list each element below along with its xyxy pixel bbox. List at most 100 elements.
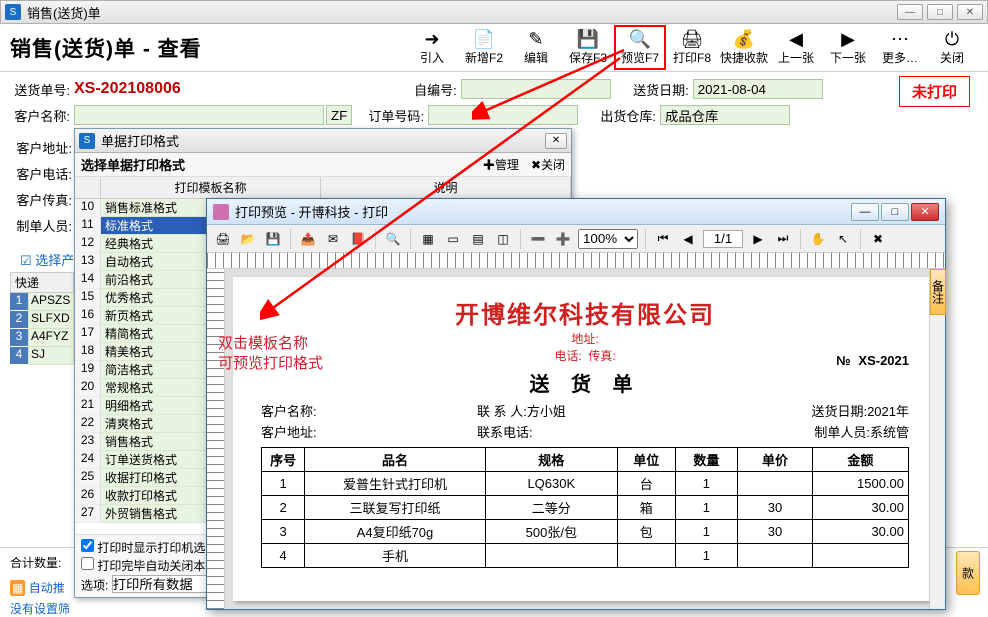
grid-col-code: 快递 <box>10 272 74 293</box>
next-page-icon[interactable]: ▶ <box>748 229 768 249</box>
form-area: 送货单号: XS-202108006 自编号: 送货日期: 客户名称: 订单号码… <box>0 72 988 132</box>
select-product-link[interactable]: ☑ 选择产 <box>20 250 74 269</box>
more-button[interactable]: ⋯更多… <box>874 25 926 70</box>
cust-fax-label: 客户传真: <box>10 186 74 212</box>
arrow-right-icon: ➜ <box>424 29 439 49</box>
option-label: 选项: <box>81 578 108 592</box>
app-icon: S <box>79 133 95 149</box>
cust-addr-label: 客户地址: <box>10 134 74 160</box>
no-setting-link[interactable]: 没有设置筛 <box>10 602 70 616</box>
auto-close-checkbox[interactable] <box>81 557 94 570</box>
out-wh-input[interactable] <box>660 105 790 125</box>
show-printer-checkbox[interactable] <box>81 539 94 552</box>
preview-title: 打印预览 - 开博科技 - 打印 <box>235 202 388 221</box>
close-link[interactable]: ✖关闭 <box>531 156 565 173</box>
printer-icon: 🖨 <box>681 29 704 49</box>
triangle-left-icon: ◀ <box>789 29 803 49</box>
dialog-close-button[interactable]: ✕ <box>545 133 567 149</box>
help-tip: 双击模板名称 可预览打印格式 <box>218 334 323 374</box>
left-labels: 客户地址: 客户电话: 客户传真: 制单人员: <box>10 82 74 238</box>
pointer-icon[interactable]: ↖ <box>833 229 853 249</box>
pdf-icon[interactable]: 📕 <box>348 229 368 249</box>
preview-min-button[interactable]: — <box>851 203 879 221</box>
print-preview-window: 打印预览 - 开博科技 - 打印 — □ ✕ 🖨 📂 💾 📤 ✉ 📕 🔍 ▦ ▭… <box>206 198 946 610</box>
quick-pay-button[interactable]: 💰快捷收款 <box>718 25 770 70</box>
out-wh-label: 出货仓库: <box>596 106 656 125</box>
import-button[interactable]: ➜引入 <box>406 25 458 70</box>
dialog-subtitle: 选择单据打印格式 <box>81 155 185 174</box>
cust-tel-label: 客户电话: <box>10 160 74 186</box>
more-icon: ⋯ <box>891 29 909 49</box>
dialog-titlebar[interactable]: S 单据打印格式 ✕ <box>75 129 571 153</box>
preview-max-button[interactable]: □ <box>881 203 909 221</box>
next-doc-button[interactable]: ▶下一张 <box>822 25 874 70</box>
vertical-ruler <box>207 269 225 609</box>
dialog-title: 单据打印格式 <box>101 131 179 150</box>
visible-grid: 快递 1APSZS2SLFXD3A4FYZ4SJ <box>10 272 74 365</box>
remark-tab[interactable]: 备注 <box>930 269 946 315</box>
preview-page: 开博维尔科技有限公司 地址: 电话: 传真: 送 货 单 № XS-2021 客… <box>233 277 937 601</box>
app-icon: S <box>5 4 21 20</box>
maker-label: 制单人员: <box>10 212 74 238</box>
page-width-icon[interactable]: ▭ <box>443 229 463 249</box>
kuan-button[interactable]: 款 <box>956 551 980 595</box>
exit-preview-icon[interactable]: ✖ <box>868 229 888 249</box>
col-template-name: 打印模板名称 <box>101 177 321 198</box>
ship-date-input[interactable] <box>693 79 823 99</box>
close-button[interactable]: ✕ <box>957 4 983 20</box>
edit-button[interactable]: ✎编辑 <box>510 25 562 70</box>
preview-close-button[interactable]: ✕ <box>911 203 939 221</box>
order-no-input[interactable] <box>428 105 578 125</box>
self-no-label: 自编号: <box>397 80 457 99</box>
preview-toolbar: 🖨 📂 💾 📤 ✉ 📕 🔍 ▦ ▭ ▤ ◫ ➖ ➕ 100% ⏮ ◀ ▶ ⏭ ✋… <box>207 225 945 253</box>
preview-titlebar[interactable]: 打印预览 - 开博科技 - 打印 — □ ✕ <box>207 199 945 225</box>
mail-icon[interactable]: ✉ <box>323 229 343 249</box>
zf-input[interactable] <box>326 105 352 125</box>
open-icon[interactable]: 📂 <box>238 229 258 249</box>
zoom-out-icon[interactable]: ➖ <box>528 229 548 249</box>
save-button[interactable]: 💾保存F3 <box>562 25 614 70</box>
manage-link[interactable]: ✚管理 <box>483 156 519 173</box>
ship-date-label: 送货日期: <box>629 80 689 99</box>
doc-type-title: 送 货 单 <box>261 368 909 397</box>
cust-name-input[interactable] <box>74 105 324 125</box>
edit-icon: ✎ <box>528 29 543 49</box>
prev-page-icon[interactable]: ◀ <box>678 229 698 249</box>
order-no-label: 订单号码: <box>364 106 424 125</box>
toolbar: 销售(送货)单 - 查看 ➜引入 📄新增F2 ✎编辑 💾保存F3 🔍预览F7 🖨… <box>0 24 988 72</box>
minimize-button[interactable]: — <box>897 4 923 20</box>
not-printed-badge: 未打印 <box>899 76 970 107</box>
company-name: 开博维尔科技有限公司 <box>261 295 909 330</box>
save-icon[interactable]: 💾 <box>263 229 283 249</box>
hand-icon[interactable]: ✋ <box>808 229 828 249</box>
page-whole-icon[interactable]: ▦ <box>418 229 438 249</box>
close-app-button[interactable]: ⏻关闭 <box>926 25 978 70</box>
sum-label: 合计数量: <box>10 556 61 570</box>
prev-doc-button[interactable]: ◀上一张 <box>770 25 822 70</box>
triangle-right-icon: ▶ <box>841 29 855 49</box>
self-no-input[interactable] <box>461 79 611 99</box>
two-page-icon[interactable]: ◫ <box>493 229 513 249</box>
preview-button[interactable]: 🔍预览F7 <box>614 25 666 70</box>
save-icon: 💾 <box>577 29 599 49</box>
vertical-scrollbar[interactable] <box>929 269 945 609</box>
zoom-select[interactable]: 100% <box>578 229 638 249</box>
thumbs-icon[interactable]: ▤ <box>468 229 488 249</box>
auto-push-link[interactable]: 自动推 <box>29 581 65 595</box>
page-indicator[interactable] <box>703 230 743 248</box>
print-icon[interactable]: 🖨 <box>213 229 233 249</box>
first-page-icon[interactable]: ⏮ <box>653 229 673 249</box>
print-button[interactable]: 🖨打印F8 <box>666 25 718 70</box>
export-icon[interactable]: 📤 <box>298 229 318 249</box>
zoom-in-icon[interactable]: ➕ <box>553 229 573 249</box>
horizontal-ruler <box>207 253 945 269</box>
money-icon: 💰 <box>733 29 755 49</box>
preview-table: 序号品名规格单位数量单价金额 1爱普生针式打印机LQ630K台11500.002… <box>261 447 909 568</box>
last-page-icon[interactable]: ⏭ <box>773 229 793 249</box>
doc-no-value: XS-202108006 <box>74 80 181 98</box>
find-icon[interactable]: 🔍 <box>383 229 403 249</box>
main-titlebar: S 销售(送货)单 — □ ✕ <box>0 0 988 24</box>
new-button[interactable]: 📄新增F2 <box>458 25 510 70</box>
maximize-button[interactable]: □ <box>927 4 953 20</box>
col-template-desc: 说明 <box>321 177 571 198</box>
